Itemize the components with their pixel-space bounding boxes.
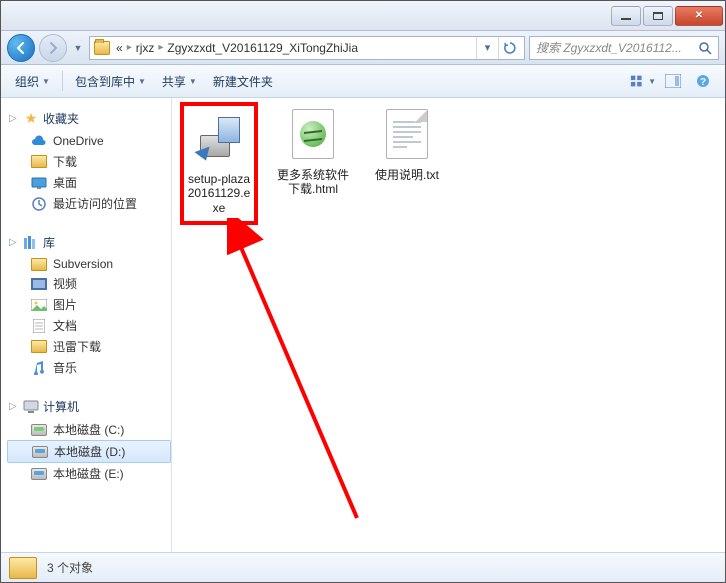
search-icon	[698, 41, 712, 55]
folder-icon	[94, 41, 110, 55]
file-label: setup-plaza20161129.exe	[186, 172, 252, 215]
file-label: 使用说明.txt	[368, 168, 446, 182]
sidebar-item-documents[interactable]: 文档	[7, 315, 171, 336]
include-in-library-menu[interactable]: 包含到库中▼	[69, 70, 152, 93]
sidebar-item-recent[interactable]: 最近访问的位置	[7, 193, 171, 214]
annotation-arrow	[227, 218, 387, 528]
cloud-icon	[31, 133, 47, 149]
sidebar-item-drive-e[interactable]: 本地磁盘 (E:)	[7, 463, 171, 484]
preview-pane-button[interactable]	[659, 69, 687, 93]
status-text: 3 个对象	[47, 559, 93, 576]
html-icon	[285, 106, 341, 162]
installer-icon	[191, 110, 247, 166]
music-icon	[31, 360, 47, 376]
sidebar-item-music[interactable]: 音乐	[7, 357, 171, 378]
command-bar: 组织▼ 包含到库中▼ 共享▼ 新建文件夹 ▼ ?	[1, 65, 725, 98]
organize-menu[interactable]: 组织▼	[9, 70, 56, 93]
sidebar-item-downloads[interactable]: 下载	[7, 151, 171, 172]
computer-icon	[23, 399, 39, 415]
folder-icon	[9, 557, 37, 579]
file-item-exe[interactable]: setup-plaza20161129.exe	[180, 102, 258, 225]
document-icon	[31, 318, 47, 334]
file-label: 更多系统软件下载.html	[274, 168, 352, 197]
breadcrumb-prefix: «	[116, 41, 123, 55]
help-button[interactable]: ?	[689, 69, 717, 93]
sidebar-item-drive-d[interactable]: 本地磁盘 (D:)	[7, 440, 171, 463]
address-bar[interactable]: « ▸ rjxz ▸ Zgyxzxdt_V20161129_XiTongZhiJ…	[89, 36, 525, 60]
recent-icon	[31, 196, 47, 212]
breadcrumb-part[interactable]: rjxz	[136, 41, 155, 55]
collapse-icon: ▷	[9, 401, 19, 412]
star-icon: ★	[23, 111, 39, 127]
history-dropdown[interactable]: ▼	[71, 34, 85, 62]
window-controls: ✕	[611, 6, 723, 26]
search-placeholder: 搜索 Zgyxzxdt_V2016112...	[536, 39, 692, 56]
sidebar-item-drive-c[interactable]: 本地磁盘 (C:)	[7, 419, 171, 440]
sidebar-item-videos[interactable]: 视频	[7, 273, 171, 294]
back-button[interactable]	[7, 34, 35, 62]
sidebar-item-subversion[interactable]: Subversion	[7, 255, 171, 273]
folder-icon	[31, 155, 47, 168]
share-menu[interactable]: 共享▼	[156, 70, 203, 93]
sidebar-item-thunder[interactable]: 迅雷下载	[7, 336, 171, 357]
sidebar-item-pictures[interactable]: 图片	[7, 294, 171, 315]
picture-icon	[31, 297, 47, 313]
video-icon	[31, 276, 47, 292]
sidebar-item-desktop[interactable]: 桌面	[7, 172, 171, 193]
folder-icon	[31, 258, 47, 271]
titlebar: ✕	[1, 1, 725, 31]
chevron-icon: ▸	[158, 42, 163, 53]
maximize-button[interactable]	[643, 6, 673, 26]
svg-text:?: ?	[700, 77, 706, 88]
libraries-group[interactable]: ▷ 库	[7, 228, 171, 255]
file-item-html[interactable]: 更多系统软件下载.html	[274, 106, 352, 197]
sidebar-item-onedrive[interactable]: OneDrive	[7, 131, 171, 151]
folder-icon	[31, 340, 47, 353]
refresh-button[interactable]	[498, 37, 520, 59]
collapse-icon: ▷	[9, 237, 19, 248]
minimize-button[interactable]	[611, 6, 641, 26]
computer-group[interactable]: ▷ 计算机	[7, 392, 171, 419]
change-view-button[interactable]: ▼	[629, 69, 657, 93]
library-icon	[23, 235, 39, 251]
collapse-icon: ▷	[9, 113, 19, 124]
favorites-group[interactable]: ▷ ★ 收藏夹	[7, 104, 171, 131]
search-box[interactable]: 搜索 Zgyxzxdt_V2016112...	[529, 36, 719, 60]
file-list-pane[interactable]: setup-plaza20161129.exe 更多系统软件下载.html 使用…	[172, 98, 725, 552]
file-item-txt[interactable]: 使用说明.txt	[368, 106, 446, 182]
drive-icon	[31, 424, 47, 436]
status-bar: 3 个对象	[1, 552, 725, 582]
navigation-bar: ▼ « ▸ rjxz ▸ Zgyxzxdt_V20161129_XiTongZh…	[1, 31, 725, 65]
chevron-icon: ▸	[127, 42, 132, 53]
drive-icon	[32, 446, 48, 458]
new-folder-button[interactable]: 新建文件夹	[207, 70, 279, 93]
forward-button[interactable]	[39, 34, 67, 62]
navigation-pane: ▷ ★ 收藏夹 OneDrive 下载 桌面 最近访问的位置 ▷ 库 Su	[1, 98, 172, 552]
drive-icon	[31, 468, 47, 480]
desktop-icon	[31, 175, 47, 191]
breadcrumb-part[interactable]: Zgyxzxdt_V20161129_XiTongZhiJia	[167, 41, 358, 55]
close-button[interactable]: ✕	[675, 6, 723, 26]
address-dropdown[interactable]: ▾	[476, 37, 498, 59]
text-icon	[379, 106, 435, 162]
